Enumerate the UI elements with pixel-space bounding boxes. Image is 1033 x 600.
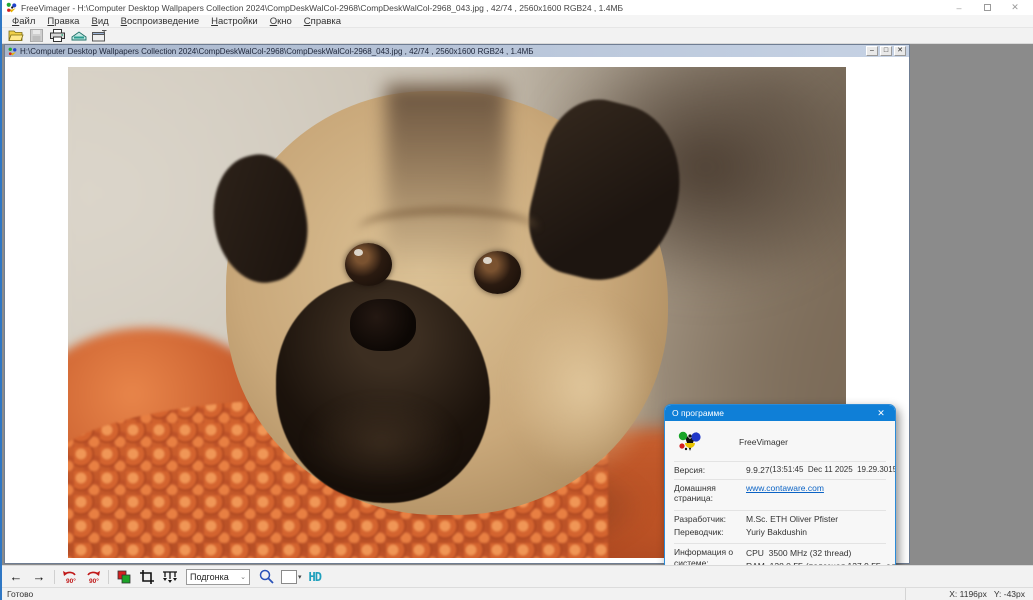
close-button[interactable]: ✕: [1001, 1, 1029, 15]
toolbar-separator: [54, 570, 55, 584]
developer-label: Разработчик:: [674, 514, 746, 525]
about-developer-row: Разработчик: M.Sc. ETH Oliver Pfister: [674, 511, 886, 525]
cursor-coordinates: X: 1196px Y: -43px: [905, 588, 1033, 600]
chevron-down-icon: ⌄: [240, 573, 246, 581]
scanner-icon: [71, 30, 87, 42]
capture-button[interactable]: [89, 28, 110, 43]
menu-view[interactable]: Вид: [85, 16, 114, 27]
about-dialog-close-button[interactable]: ✕: [874, 408, 888, 419]
version-build: (13:51:45 Dec 11 2025 19.29.30159): [770, 465, 896, 474]
chevron-down-icon: ▾: [298, 573, 302, 581]
about-translator-row: Переводчик: Yuriy Bakdushin: [674, 525, 886, 545]
hq-toggle-button[interactable]: HD: [309, 570, 321, 584]
sysinfo-label: Информация о системе:: [674, 547, 746, 565]
menu-window[interactable]: Окно: [264, 16, 298, 27]
rotate-left-icon: 90°: [61, 569, 79, 585]
menu-settings[interactable]: Настройки: [205, 16, 264, 27]
levels-icon: [162, 570, 178, 584]
scan-button[interactable]: [68, 28, 89, 43]
status-bar: Готово X: 1196px Y: -43px: [2, 587, 1033, 600]
about-dialog-title: О программе: [672, 408, 724, 418]
next-image-button[interactable]: →: [29, 568, 49, 586]
homepage-label: Домашняя страница:: [674, 483, 746, 504]
open-file-button[interactable]: [5, 28, 26, 43]
developer-value: M.Sc. ETH Oliver Pfister: [746, 514, 838, 525]
print-button[interactable]: [47, 28, 68, 43]
mdi-client-area: H:\Computer Desktop Wallpapers Collectio…: [2, 44, 1033, 565]
title-bar[interactable]: FreeVimager - H:\Computer Desktop Wallpa…: [2, 0, 1033, 15]
bottom-toolbar: ← → 90° 90°: [2, 565, 1033, 587]
about-version-row: Версия: 9.9.27 (13:51:45 Dec 11 2025 19.…: [674, 462, 886, 480]
child-maximize-button[interactable]: □: [880, 46, 892, 56]
about-dialog: О программе ✕ FreeVimager: [664, 404, 896, 565]
version-value: 9.9.27: [746, 465, 770, 476]
window-title: FreeVimager - H:\Computer Desktop Wallpa…: [21, 3, 623, 13]
app-logo-icon: [6, 2, 17, 13]
menu-file[interactable]: Файл: [6, 16, 41, 27]
sysinfo-values: CPU 3500 MHz (32 thread) RAM 128.0 ГБ (п…: [746, 547, 896, 565]
about-homepage-row: Домашняя страница: www.contaware.com: [674, 480, 886, 511]
color-swatch: [281, 570, 297, 584]
previous-image-button[interactable]: ←: [6, 568, 26, 586]
color-swatches-icon: [117, 570, 131, 584]
maximize-icon: [984, 4, 991, 11]
child-minimize-button[interactable]: –: [866, 46, 878, 56]
about-app-name: FreeVimager: [739, 437, 788, 447]
open-folder-icon: [8, 29, 24, 42]
sysinfo-cpu: CPU 3500 MHz (32 thread): [746, 547, 896, 560]
fit-mode-dropdown[interactable]: Подгонка ⌄: [186, 569, 250, 585]
background-color-picker[interactable]: ▾: [281, 570, 302, 584]
freevimager-logo-icon: [677, 429, 703, 455]
resize-levels-button[interactable]: [160, 568, 180, 586]
menu-edit[interactable]: Правка: [41, 16, 85, 27]
svg-text:90°: 90°: [89, 577, 99, 585]
child-logo-icon: [8, 47, 17, 56]
magnifier-icon: [259, 569, 274, 584]
menu-playback[interactable]: Воспроизведение: [115, 16, 205, 27]
color-adjust-button[interactable]: [114, 568, 134, 586]
rotate-right-90-button[interactable]: 90°: [83, 568, 103, 586]
top-toolbar: [2, 28, 1033, 44]
version-label: Версия:: [674, 465, 746, 476]
rotate-right-icon: 90°: [84, 569, 102, 585]
about-dialog-title-bar[interactable]: О программе ✕: [665, 405, 895, 421]
translator-label: Переводчик:: [674, 527, 746, 538]
crop-button[interactable]: [137, 568, 157, 586]
status-message: Готово: [2, 589, 905, 599]
toolbar-separator: [108, 570, 109, 584]
printer-icon: [50, 29, 65, 42]
about-dialog-body: FreeVimager Версия: 9.9.27 (13:51:45 Dec…: [665, 421, 895, 565]
child-close-button[interactable]: ✕: [894, 46, 906, 56]
fit-mode-value: Подгонка: [190, 572, 229, 582]
arrow-right-icon: →: [33, 570, 46, 583]
menu-help[interactable]: Справка: [298, 16, 347, 27]
about-sysinfo-row: Информация о системе: CPU 3500 MHz (32 t…: [674, 544, 886, 565]
homepage-link[interactable]: www.contaware.com: [746, 483, 824, 493]
zoom-tool-button[interactable]: [256, 568, 276, 586]
crop-icon: [140, 570, 154, 584]
minimize-button[interactable]: –: [945, 1, 973, 15]
menu-bar: Файл Правка Вид Воспроизведение Настройк…: [2, 15, 1033, 28]
translator-value: Yuriy Bakdushin: [746, 527, 807, 538]
child-title-bar[interactable]: H:\Computer Desktop Wallpapers Collectio…: [5, 45, 909, 57]
save-floppy-icon: [30, 29, 43, 42]
save-button[interactable]: [26, 28, 47, 43]
maximize-button[interactable]: [973, 1, 1001, 15]
app-window: FreeVimager - H:\Computer Desktop Wallpa…: [0, 0, 1033, 600]
rotate-left-90-button[interactable]: 90°: [60, 568, 80, 586]
svg-text:90°: 90°: [66, 577, 76, 585]
capture-window-icon: [92, 30, 107, 42]
about-app-row: FreeVimager: [674, 423, 886, 462]
arrow-left-icon: ←: [10, 570, 23, 583]
child-window-title: H:\Computer Desktop Wallpapers Collectio…: [20, 47, 534, 56]
